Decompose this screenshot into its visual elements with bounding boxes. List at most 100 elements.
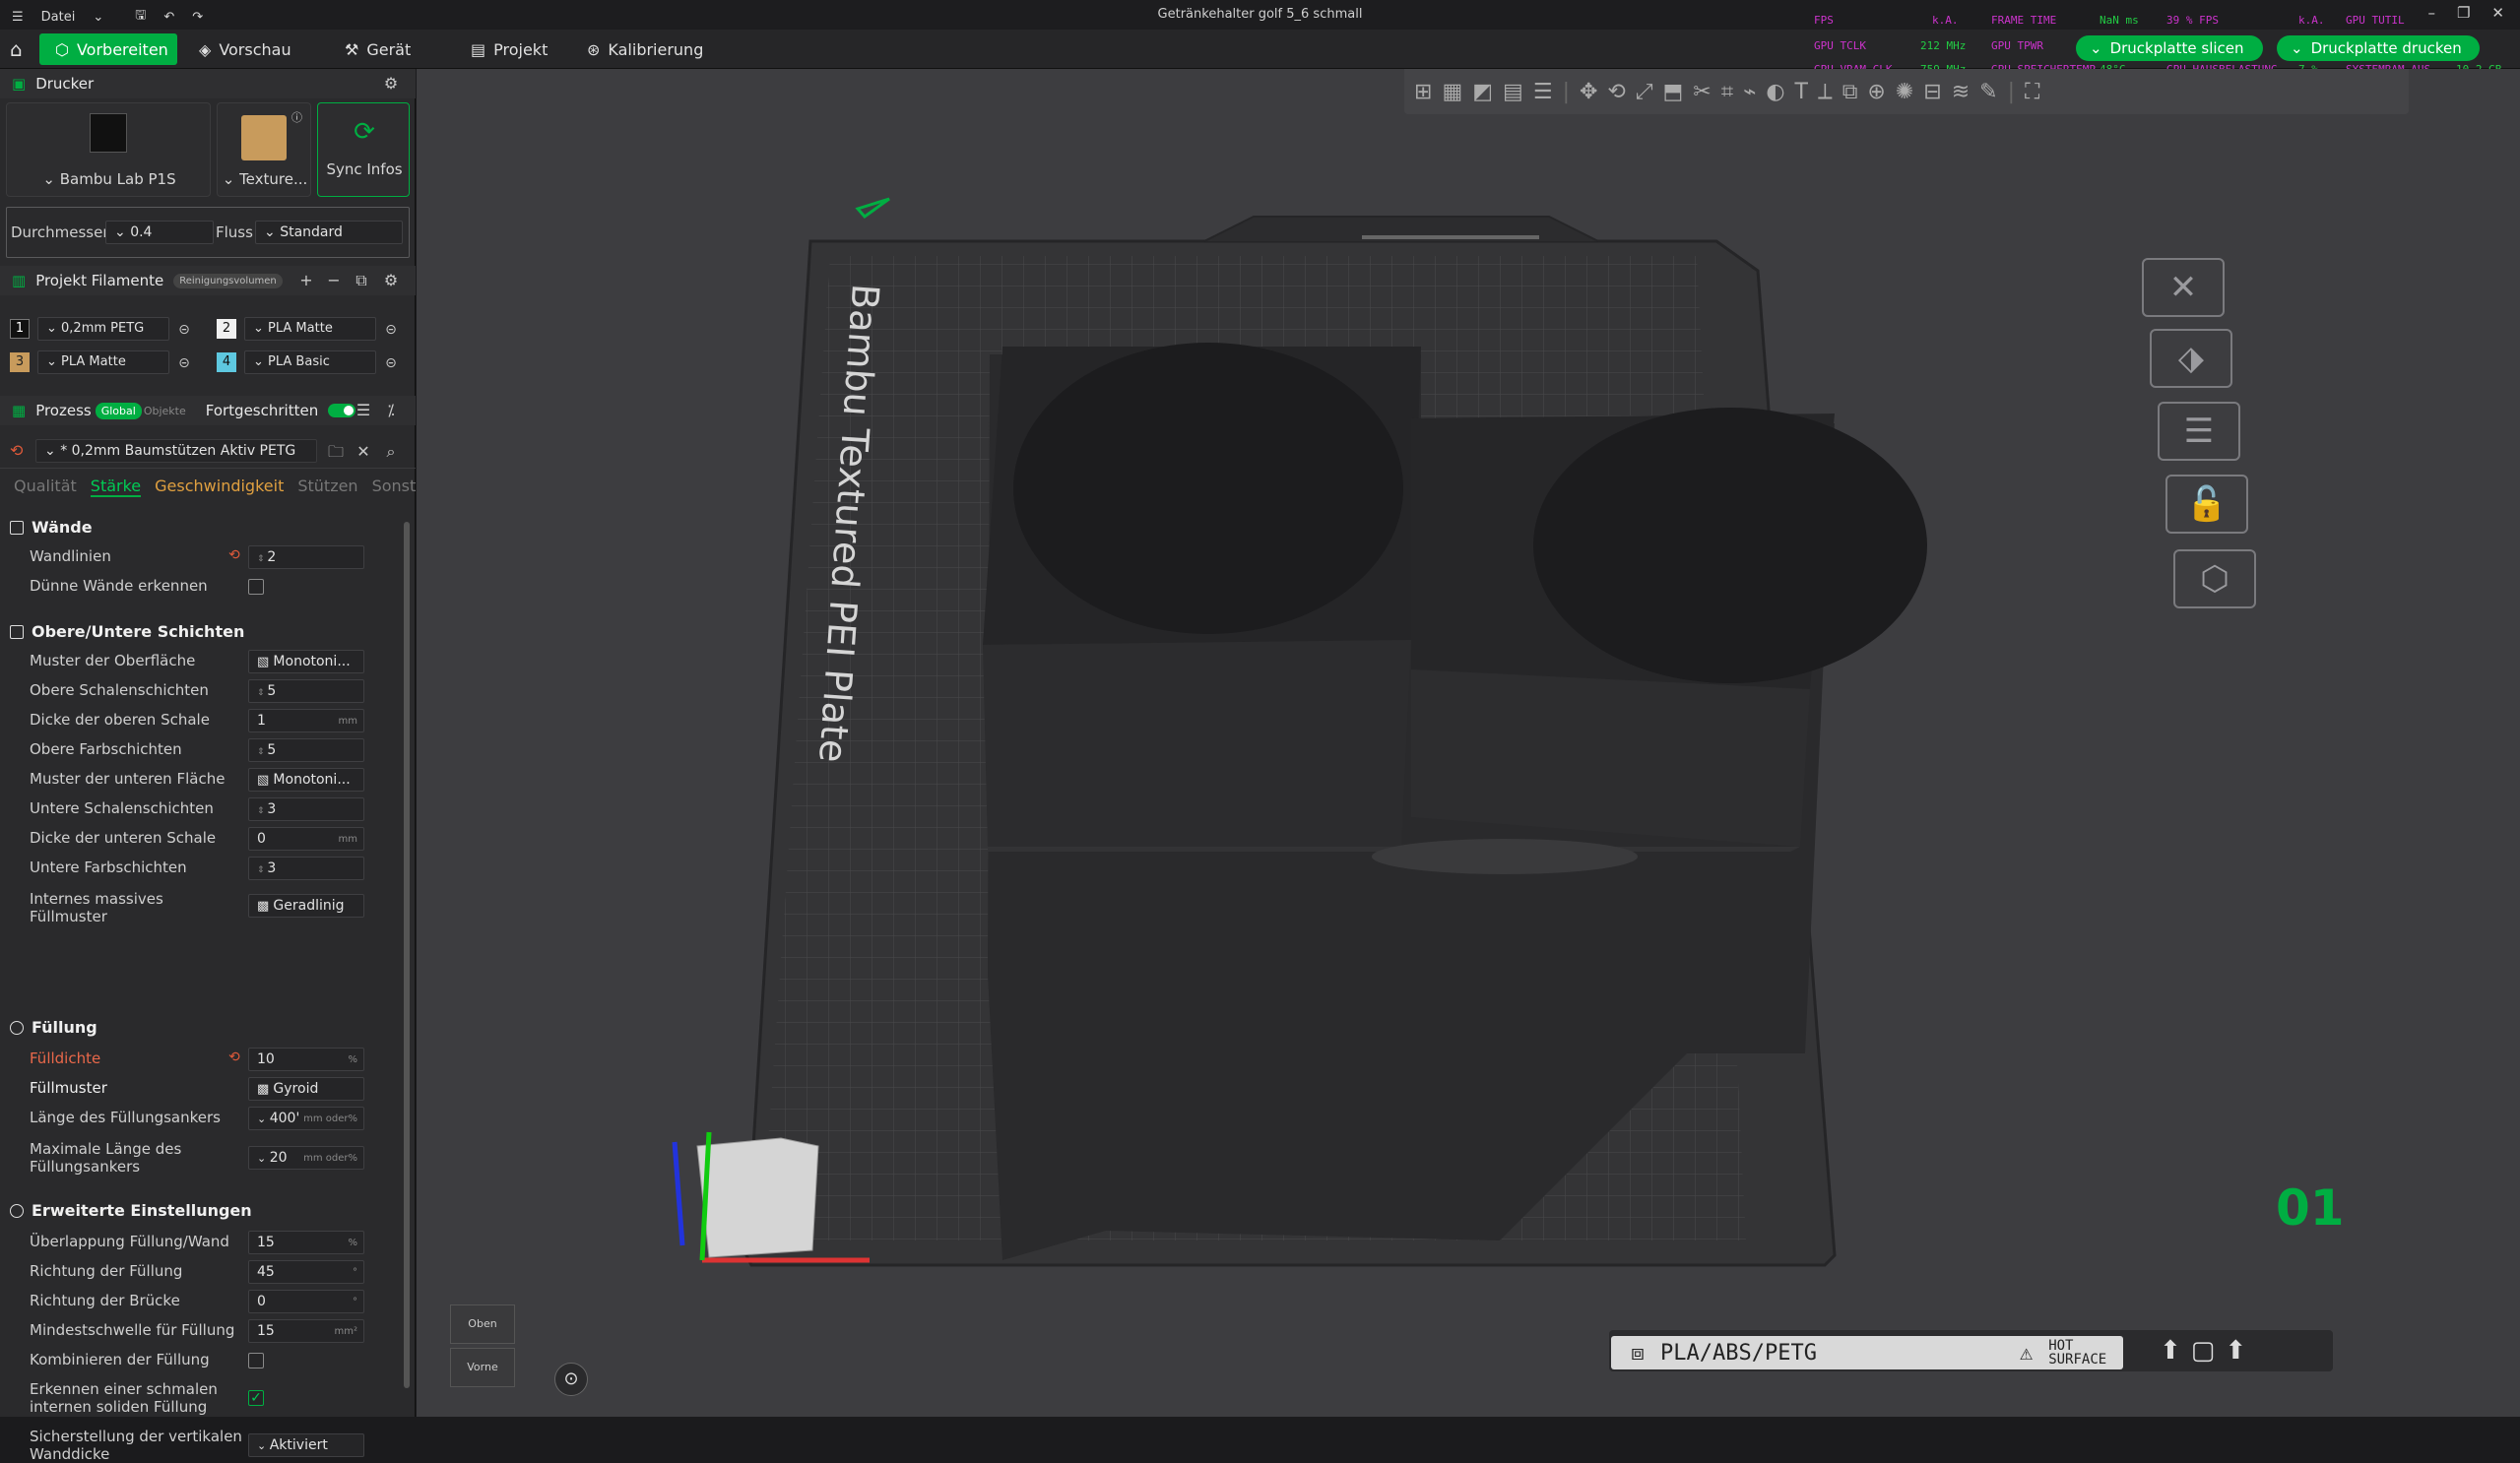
filament-select[interactable]: ⌄ PLA Basic	[244, 350, 376, 374]
stepper-icon[interactable]: ⇕	[257, 554, 267, 564]
pattern-icon: ▧	[257, 773, 274, 788]
top-pattern-select[interactable]: ▧ Monotoni...	[248, 650, 364, 673]
lock-icon[interactable]: 🔓	[2165, 475, 2248, 534]
maximize-button[interactable]: ❐	[2457, 4, 2470, 22]
infill-anchor-max-input[interactable]: ⌄ 20 mm oder%	[248, 1146, 364, 1170]
auto-arrange-icon[interactable]: ⬗	[2150, 329, 2232, 388]
tab-preview[interactable]: ◈ Vorschau	[183, 33, 307, 65]
chevron-down-icon: ⌄	[264, 224, 281, 240]
internal-solid-pattern-select[interactable]: ▩ Geradlinig	[248, 894, 364, 918]
filament-edit-icon[interactable]: ⊝	[171, 317, 197, 343]
filament-edit-icon[interactable]: ⊝	[378, 317, 404, 343]
narrow-solid-infill-checkbox[interactable]: ✓	[248, 1390, 264, 1406]
tab-quality[interactable]: Qualität	[14, 477, 77, 497]
filament-index[interactable]: 1	[10, 319, 30, 339]
sync-info-button[interactable]: ⟳ Sync Infos	[317, 102, 410, 197]
filament-index[interactable]: 4	[217, 352, 236, 372]
process-tabs: Qualität Stärke Geschwindigkeit Stützen …	[14, 477, 440, 497]
print-plate-button[interactable]: ⌄ Druckplatte drucken	[2277, 35, 2480, 61]
preset-select[interactable]: ⌄ * 0,2mm Baumstützen Aktiv PETG	[35, 439, 317, 463]
filament-edit-icon[interactable]: ⊝	[378, 350, 404, 376]
tab-strength[interactable]: Stärke	[90, 477, 142, 497]
printer-card[interactable]: ⌄ Bambu Lab P1S	[6, 102, 211, 197]
3d-viewport[interactable]: ⊞ ▦ ◩ ▤ ☰ | ✥ ⟲ ⤢ ⬒ ✂ ⌗ ⌁ ◐ T ⟂ ⧉ ⊕ ✺ ⊟ …	[417, 69, 2520, 1417]
filament-select[interactable]: ⌄ PLA Matte	[37, 350, 169, 374]
stepper-icon[interactable]: ⇕	[257, 747, 267, 757]
bottom-pattern-select[interactable]: ▧ Monotoni...	[248, 768, 364, 792]
reset-icon[interactable]: ⟲	[10, 441, 23, 460]
sidebar-scrollbar[interactable]	[404, 522, 410, 1388]
tab-project[interactable]: ▤ Projekt	[455, 33, 563, 65]
combine-infill-checkbox[interactable]	[248, 1353, 264, 1368]
nozzle-box: Durchmesser ⌄ 0.4 Fluss ⌄ Standard	[6, 207, 410, 258]
stepper-icon[interactable]: ⇕	[257, 806, 267, 816]
view-cube-top[interactable]: Oben	[450, 1304, 515, 1344]
infill-density-input[interactable]: 10%	[248, 1048, 364, 1071]
filament-settings-icon[interactable]: ⚙	[378, 268, 404, 293]
chevron-down-icon[interactable]: ⌄	[257, 1152, 270, 1165]
delete-plate-icon[interactable]: ✕	[2142, 258, 2225, 317]
infill-pattern-select[interactable]: ▩ Gyroid	[248, 1077, 364, 1101]
preset-row: ⟲ ⌄ * 0,2mm Baumstützen Aktiv PETG 🗀 ✕ ⌕	[0, 435, 416, 469]
remove-filament-icon[interactable]: −	[321, 268, 347, 293]
close-icon[interactable]: ✕	[351, 439, 376, 465]
detect-thin-walls-checkbox[interactable]	[248, 579, 264, 595]
bottom-shell-thickness-input[interactable]: 0 mm	[248, 827, 364, 851]
calibration-icon: ⊛	[587, 39, 601, 59]
tab-device[interactable]: ⚒ Gerät	[329, 33, 426, 65]
filament-index[interactable]: 3	[10, 352, 30, 372]
list-icon[interactable]: ☰	[351, 398, 376, 423]
camera-icon[interactable]: ⊙	[554, 1363, 588, 1396]
search-icon[interactable]: ⌕	[378, 439, 404, 465]
tab-calibration[interactable]: ⊛ Kalibrierung	[571, 33, 719, 65]
top-shell-thickness-input[interactable]: 1 mm	[248, 709, 364, 732]
diameter-select[interactable]: ⌄ 0.4	[105, 221, 214, 244]
wall-loops-input[interactable]: ⇕ 2	[248, 545, 364, 569]
slice-plate-button[interactable]: ⌄ Druckplatte slicen	[2076, 35, 2263, 61]
add-filament-icon[interactable]: +	[293, 268, 319, 293]
tab-supports[interactable]: Stützen	[297, 477, 357, 497]
top-shell-layers-input[interactable]: ⇕ 5	[248, 679, 364, 703]
filament-edit-icon[interactable]: ⊝	[171, 350, 197, 376]
plate-view-icon[interactable]: ⬡	[2173, 549, 2256, 608]
info-icon[interactable]: ⓘ	[291, 109, 302, 125]
stepper-icon[interactable]: ⇕	[257, 865, 267, 875]
filament-index[interactable]: 2	[217, 319, 236, 339]
chevron-down-icon[interactable]: ⌄	[257, 1113, 270, 1125]
close-button[interactable]: ✕	[2491, 4, 2504, 22]
tab-prepare[interactable]: ⬡ Vorbereiten	[39, 33, 177, 65]
tab-speed[interactable]: Geschwindigkeit	[155, 477, 284, 497]
compare-icon[interactable]: ⁒	[378, 398, 404, 423]
filament-select[interactable]: ⌄ PLA Matte	[244, 317, 376, 341]
purge-volume-button[interactable]: Reinigungsvolumen	[173, 273, 283, 288]
filament-select[interactable]: ⌄ 0,2mm PETG	[37, 317, 169, 341]
objects-toggle[interactable]: Objekte	[144, 405, 186, 417]
flow-select[interactable]: ⌄ Standard	[255, 221, 403, 244]
view-cube-front[interactable]: Vorne	[450, 1348, 515, 1387]
chevron-down-icon[interactable]: ⌄	[2090, 39, 2102, 57]
view-cube[interactable]: Oben Vorne	[450, 1304, 515, 1393]
sync-filament-icon[interactable]: ⧉	[349, 268, 374, 293]
top-color-layers-input[interactable]: ⇕ 5	[248, 738, 364, 762]
minimize-button[interactable]: –	[2427, 4, 2435, 22]
stepper-icon[interactable]: ⇕	[257, 688, 267, 698]
reset-icon[interactable]: ⟲	[228, 547, 240, 563]
printer-settings-icon[interactable]: ⚙	[378, 71, 404, 96]
infill-overlap-input[interactable]: 15%	[248, 1231, 364, 1254]
home-button[interactable]: ⌂	[4, 33, 29, 65]
global-toggle[interactable]: Global	[95, 402, 142, 419]
bridge-direction-input[interactable]: 0 °	[248, 1290, 364, 1313]
plate-card[interactable]: ⓘ ⌄ Texture...	[217, 102, 311, 197]
plate-number[interactable]: 01	[2276, 1179, 2345, 1237]
chevron-down-icon[interactable]: ⌄	[2291, 39, 2303, 57]
save-preset-icon[interactable]: 🗀	[323, 439, 349, 465]
infill-threshold-input[interactable]: 15 mm²	[248, 1319, 364, 1343]
bottom-color-layers-input[interactable]: ⇕ 3	[248, 857, 364, 880]
bottom-shell-layers-input[interactable]: ⇕ 3	[248, 797, 364, 821]
infill-anchor-input[interactable]: ⌄ 400' mm oder%	[248, 1107, 364, 1130]
vertical-wall-thickness-select[interactable]: ⌄ Aktiviert	[248, 1433, 364, 1457]
plate-settings-icon[interactable]: ☰	[2158, 402, 2240, 461]
infill-direction-input[interactable]: 45 °	[248, 1260, 364, 1284]
reset-icon[interactable]: ⟲	[228, 1050, 240, 1065]
setting-label: Wandlinien	[30, 547, 111, 565]
